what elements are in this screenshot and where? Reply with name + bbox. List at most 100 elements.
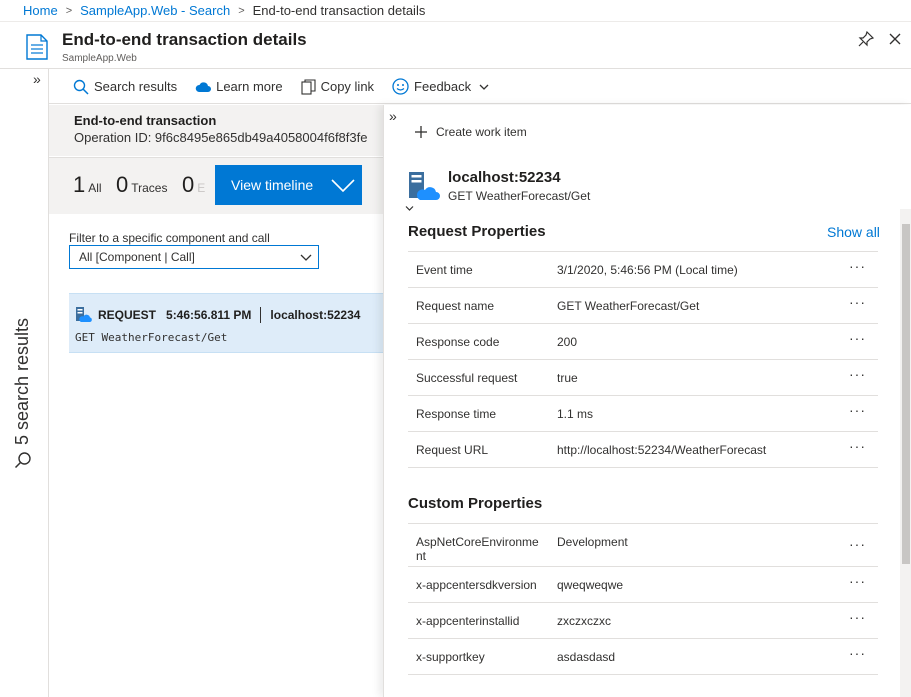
operation-id: Operation ID: 9f6c8495e865db49a4058004f6… [74, 130, 368, 145]
view-timeline-label: View timeline [231, 177, 314, 193]
property-key: Request URL [416, 443, 489, 457]
breadcrumb: Home > SampleApp.Web - Search > End-to-e… [0, 0, 911, 22]
details-subtitle: GET WeatherForecast/Get [448, 189, 591, 203]
more-icon[interactable]: ··· [849, 536, 866, 552]
breadcrumb-separator-icon: > [238, 4, 245, 17]
custom-properties-table: AspNetCoreEnvironme nt Development ··· x… [408, 523, 878, 675]
more-icon[interactable]: ··· [849, 438, 866, 454]
plus-icon [415, 126, 427, 138]
count-all[interactable]: 1 All [73, 172, 102, 198]
page-title: End-to-end transaction details [62, 30, 307, 49]
search-icon [14, 452, 31, 469]
scrollbar-thumb[interactable] [902, 224, 910, 564]
property-row: Response code 200 ··· [408, 324, 878, 360]
chevron-down-icon[interactable] [405, 205, 414, 212]
transaction-summary: End-to-end transaction Operation ID: 9f6… [49, 105, 383, 156]
filter-label: Filter to a specific component and call [69, 231, 270, 245]
learn-more-button[interactable]: Learn more [195, 79, 283, 94]
chevron-down-icon [331, 179, 355, 193]
search-results-rail[interactable]: » 5 search results [0, 69, 49, 697]
count-traces-number: 0 [116, 172, 129, 197]
property-row: Request URL http://localhost:52234/Weath… [408, 432, 878, 468]
property-value: asdasdasd [557, 650, 616, 664]
property-key: Response time [416, 407, 497, 421]
request-type: REQUEST [98, 307, 157, 322]
server-icon [76, 307, 92, 322]
details-title: localhost:52234 [448, 169, 561, 186]
property-key: Successful request [416, 371, 518, 385]
breadcrumb-current: End-to-end transaction details [252, 3, 426, 18]
event-counts: 1 All 0 Traces 0 E View timeline [49, 157, 383, 214]
property-value: zxczxczxc [557, 614, 611, 628]
document-icon [26, 34, 48, 60]
learn-more-label: Learn more [216, 79, 283, 94]
request-row[interactable]: REQUEST 5:46:56.811 PM localhost:52234 G… [69, 293, 383, 353]
search-icon [73, 79, 89, 95]
view-timeline-button[interactable]: View timeline [215, 165, 362, 205]
more-icon[interactable]: ··· [849, 609, 866, 625]
create-work-item-button[interactable]: Create work item [414, 125, 527, 139]
more-icon[interactable]: ··· [849, 258, 866, 274]
filter-selected-value: All [Component | Call] [79, 250, 195, 264]
component-filter-dropdown[interactable]: All [Component | Call] [69, 245, 319, 269]
more-icon[interactable]: ··· [849, 294, 866, 310]
property-key: x-supportkey [416, 650, 485, 664]
more-icon[interactable]: ··· [849, 402, 866, 418]
count-exceptions-label: E [197, 181, 206, 195]
breadcrumb-separator-icon: > [65, 4, 73, 17]
request-operation: GET WeatherForecast/Get [75, 331, 228, 344]
property-value: GET WeatherForecast/Get [557, 299, 700, 313]
more-icon[interactable]: ··· [849, 645, 866, 661]
count-traces[interactable]: 0 Traces [116, 172, 167, 198]
property-value: 3/1/2020, 5:46:56 PM (Local time) [557, 263, 738, 277]
more-icon[interactable]: ··· [849, 573, 866, 589]
property-row: AspNetCoreEnvironme nt Development ··· [408, 524, 878, 567]
property-row: Request name GET WeatherForecast/Get ··· [408, 288, 878, 324]
request-properties-heading: Request Properties [408, 223, 546, 240]
count-traces-label: Traces [131, 181, 168, 195]
more-icon[interactable]: ··· [849, 366, 866, 382]
property-row: x-appcentersdkversion qweqweqwe ··· [408, 567, 878, 603]
property-row: x-appcenterinstallid zxczxczxc ··· [408, 603, 878, 639]
expand-rail-button[interactable]: » [33, 71, 41, 87]
property-key: x-appcentersdkversion [416, 578, 537, 592]
search-results-label: Search results [94, 79, 178, 94]
chevron-down-icon [300, 254, 312, 261]
collapse-panel-button[interactable]: » [389, 108, 397, 124]
property-value: qweqweqwe [557, 578, 624, 592]
request-time: 5:46:56.811 PM [166, 307, 252, 322]
cloud-icon [195, 81, 212, 92]
search-results-button[interactable]: Search results [73, 79, 177, 95]
close-icon[interactable] [887, 31, 903, 47]
count-all-label: All [88, 181, 102, 195]
property-row: x-supportkey asdasdasd ··· [408, 639, 878, 675]
property-key: Event time [416, 263, 473, 277]
breadcrumb-search[interactable]: SampleApp.Web - Search [80, 3, 230, 18]
property-value: Development [557, 535, 628, 549]
copy-link-button[interactable]: Copy link [301, 78, 375, 95]
property-key: Request name [416, 299, 495, 313]
count-exceptions-number: 0 [182, 172, 195, 197]
create-work-item-label: Create work item [436, 125, 527, 139]
request-properties-table: Event time 3/1/2020, 5:46:56 PM (Local t… [408, 251, 878, 468]
copy-link-label: Copy link [320, 79, 375, 94]
rail-label[interactable]: 5 search results [12, 318, 33, 469]
property-value: 200 [557, 335, 578, 349]
property-value: true [557, 371, 578, 385]
request-row-header: REQUEST 5:46:56.811 PM localhost:52234 [75, 306, 360, 323]
property-value: http://localhost:52234/WeatherForecast [557, 443, 767, 457]
rail-label-text: 5 search results [12, 317, 32, 445]
count-exceptions[interactable]: 0 E [182, 172, 212, 198]
property-key: x-appcenterinstallid [416, 614, 520, 628]
details-panel: » Create work item localhost:52234 GET W… [383, 105, 911, 697]
pin-icon[interactable] [858, 31, 874, 47]
feedback-label: Feedback [414, 79, 472, 94]
show-all-link[interactable]: Show all [827, 224, 880, 240]
feedback-button[interactable]: Feedback [392, 78, 495, 95]
request-host: localhost:52234 [270, 307, 361, 322]
server-icon [409, 172, 440, 200]
property-row: Response time 1.1 ms ··· [408, 396, 878, 432]
more-icon[interactable]: ··· [849, 330, 866, 346]
breadcrumb-home[interactable]: Home [23, 3, 58, 18]
page-subtitle: SampleApp.Web [62, 53, 137, 64]
